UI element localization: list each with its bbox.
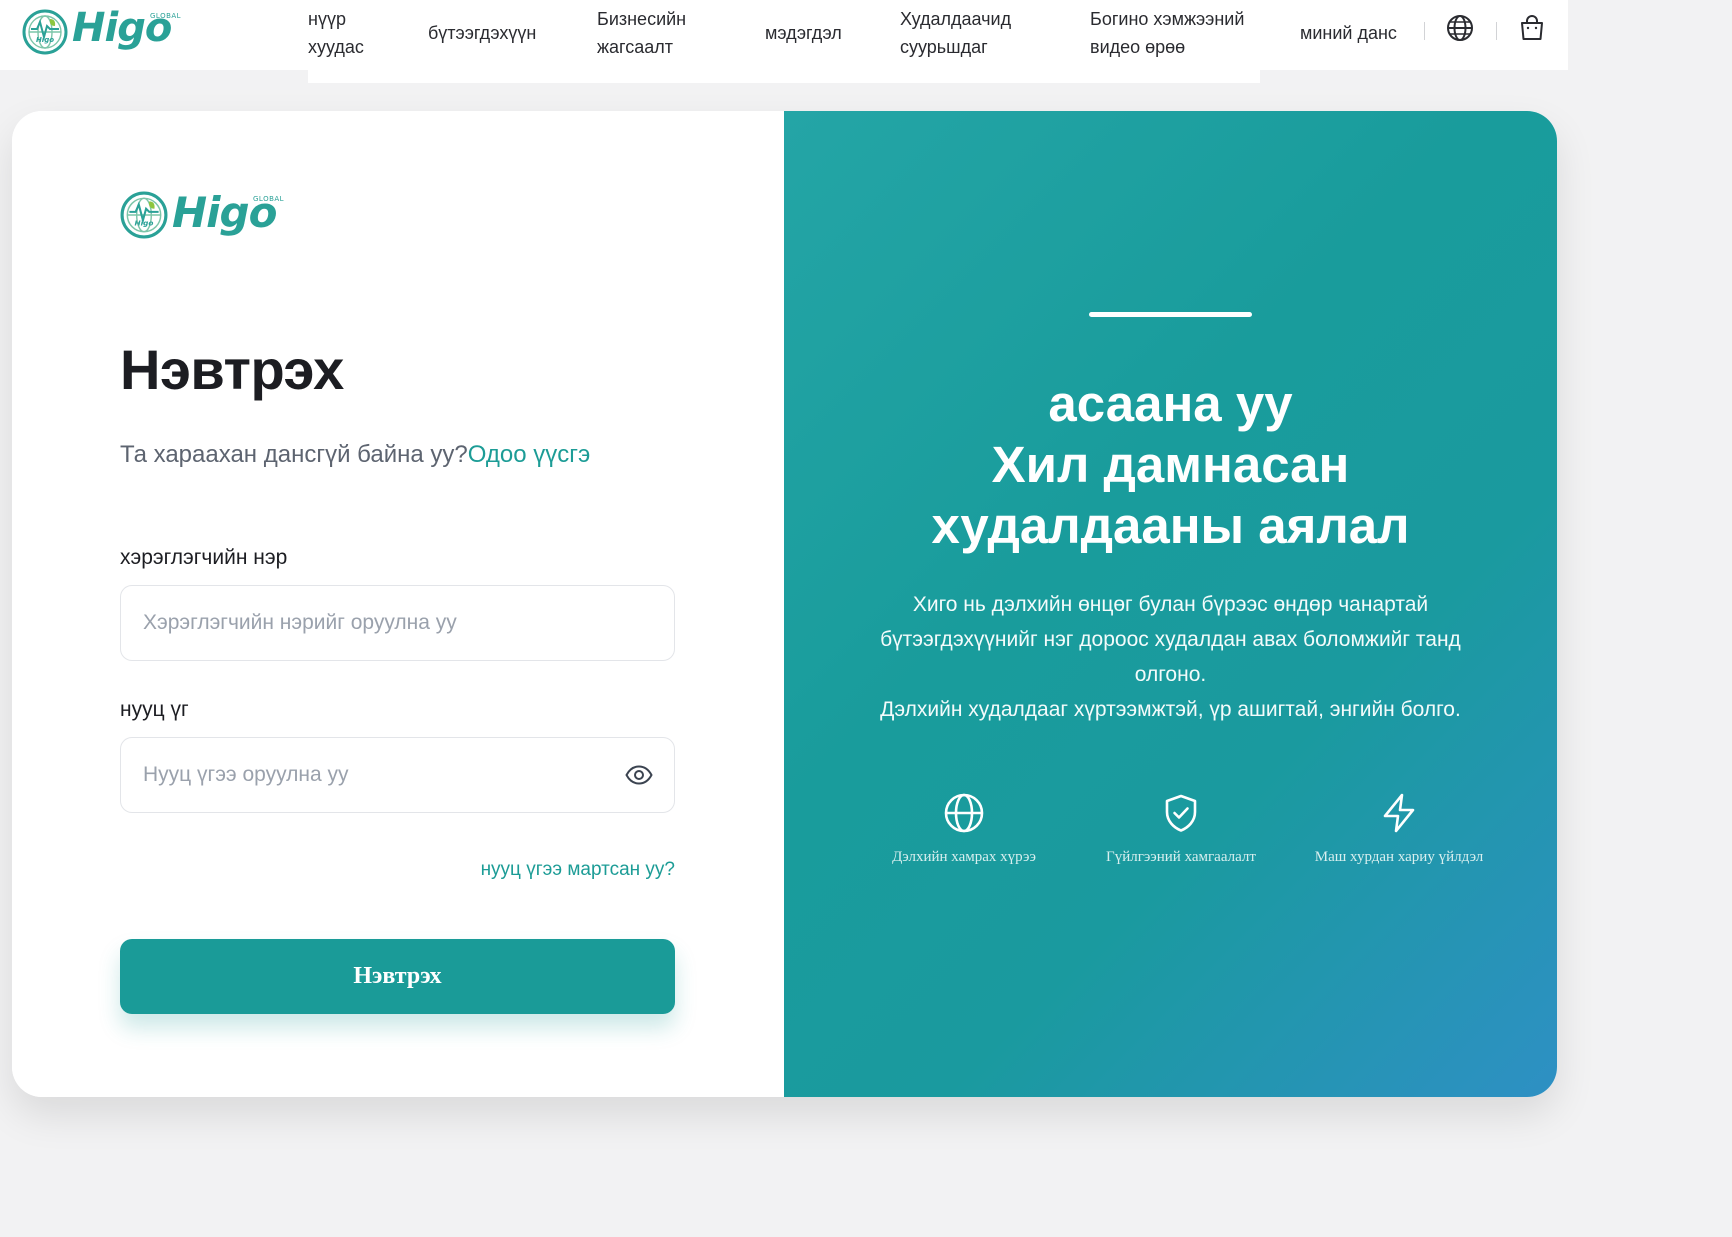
promo-description-line: Дэлхийн худалдааг хүртээмжтэй, үр ашигта… bbox=[880, 698, 1461, 721]
password-field-wrapper bbox=[120, 737, 675, 813]
logo-tagline: GLOBAL bbox=[150, 12, 182, 20]
nav-divider bbox=[1496, 22, 1497, 40]
username-field-wrapper bbox=[120, 585, 675, 661]
feature-label: Маш хурдан хариу үйлдэл bbox=[1314, 849, 1484, 865]
brand-logo[interactable]: Higo Higo GLOBAL bbox=[22, 5, 182, 57]
feature-label: Гүйлгээний хамгаалалт bbox=[1106, 849, 1256, 865]
logo-tagline: GLOBAL bbox=[253, 195, 285, 203]
promo-heading-line: Хил дамнасан bbox=[991, 436, 1350, 493]
promo-description-line: Хиго нь дэлхийн өнцөг булан бүрээс өндөр… bbox=[912, 593, 1429, 616]
svg-text:Higo: Higo bbox=[135, 218, 154, 227]
signup-prompt: Та хараахан дансгүй байна уу?Одоо үүсгэ bbox=[120, 441, 590, 469]
nav-link-business-list[interactable]: Бизнесийн жагсаалт bbox=[597, 5, 707, 61]
no-account-text: Та хараахан дансгүй байна уу? bbox=[120, 441, 468, 468]
nav-link-home[interactable]: нүүр хуудас bbox=[308, 5, 378, 61]
login-form-panel: Higo Higo GLOBAL Нэвтрэх Та хараахан дан… bbox=[12, 111, 784, 1097]
globe-icon bbox=[944, 793, 984, 833]
promo-description: Хиго нь дэлхийн өнцөг булан бүрээс өндөр… bbox=[784, 587, 1557, 727]
lightning-icon bbox=[1383, 793, 1415, 833]
logo-globe-icon: Higo bbox=[22, 9, 68, 55]
feature-label: Дэлхийн хамрах хүрээ bbox=[892, 849, 1036, 865]
nav-link-short-video-room[interactable]: Богино хэмжээний видео өрөө bbox=[1090, 5, 1265, 61]
promo-heading-line: асаана уу bbox=[1048, 375, 1293, 432]
eye-icon[interactable] bbox=[624, 760, 654, 790]
login-card: Higo Higo GLOBAL Нэвтрэх Та хараахан дан… bbox=[12, 111, 1557, 1097]
signup-link[interactable]: Одоо үүсгэ bbox=[468, 441, 591, 468]
logo-globe-icon: Higo bbox=[120, 191, 168, 239]
promo-description-line: олгоно. bbox=[1134, 663, 1207, 686]
svg-text:Higo: Higo bbox=[36, 36, 54, 44]
form-brand-logo: Higo Higo GLOBAL bbox=[120, 188, 290, 243]
shopping-bag-icon[interactable] bbox=[1517, 13, 1547, 43]
top-navigation: Higo Higo GLOBAL нүүр хуудас бүтээгдэхүү… bbox=[0, 0, 1568, 83]
feature-fast-response: Маш хурдан хариу үйлдэл bbox=[1309, 791, 1489, 869]
globe-icon[interactable] bbox=[1445, 13, 1475, 43]
nav-divider bbox=[1424, 22, 1425, 40]
feature-global-reach: Дэлхийн хамрах хүрээ bbox=[874, 791, 1054, 869]
promo-heading: асаана уу Хил дамнасан худалдааны аялал bbox=[784, 373, 1557, 556]
promo-heading-line: худалдааны аялал bbox=[931, 497, 1410, 554]
shield-check-icon bbox=[1165, 794, 1197, 832]
promo-accent-bar bbox=[1089, 312, 1252, 317]
password-input[interactable] bbox=[121, 738, 674, 812]
username-input[interactable] bbox=[121, 586, 674, 660]
password-label: нууц үг bbox=[120, 698, 189, 721]
login-button[interactable]: Нэвтрэх bbox=[120, 939, 675, 1014]
nav-link-merchants-settle[interactable]: Худалдаачид суурьшдаг bbox=[900, 5, 1030, 61]
promo-panel: асаана уу Хил дамнасан худалдааны аялал … bbox=[784, 111, 1557, 1097]
forgot-password-link[interactable]: нууц үгээ мартсан уу? bbox=[481, 859, 675, 881]
promo-description-line: бүтээгдэхүүнийг нэг дороос худалдан авах… bbox=[880, 628, 1461, 651]
feature-transaction-protection: Гүйлгээний хамгаалалт bbox=[1091, 791, 1271, 869]
nav-link-products[interactable]: бүтээгдэхүүн bbox=[428, 19, 536, 47]
nav-link-notifications[interactable]: мэдэгдэл bbox=[765, 19, 842, 47]
nav-link-my-account[interactable]: миний данс bbox=[1300, 19, 1397, 47]
page-title: Нэвтрэх bbox=[120, 338, 344, 401]
username-label: хэрэглэгчийн нэр bbox=[120, 546, 288, 569]
